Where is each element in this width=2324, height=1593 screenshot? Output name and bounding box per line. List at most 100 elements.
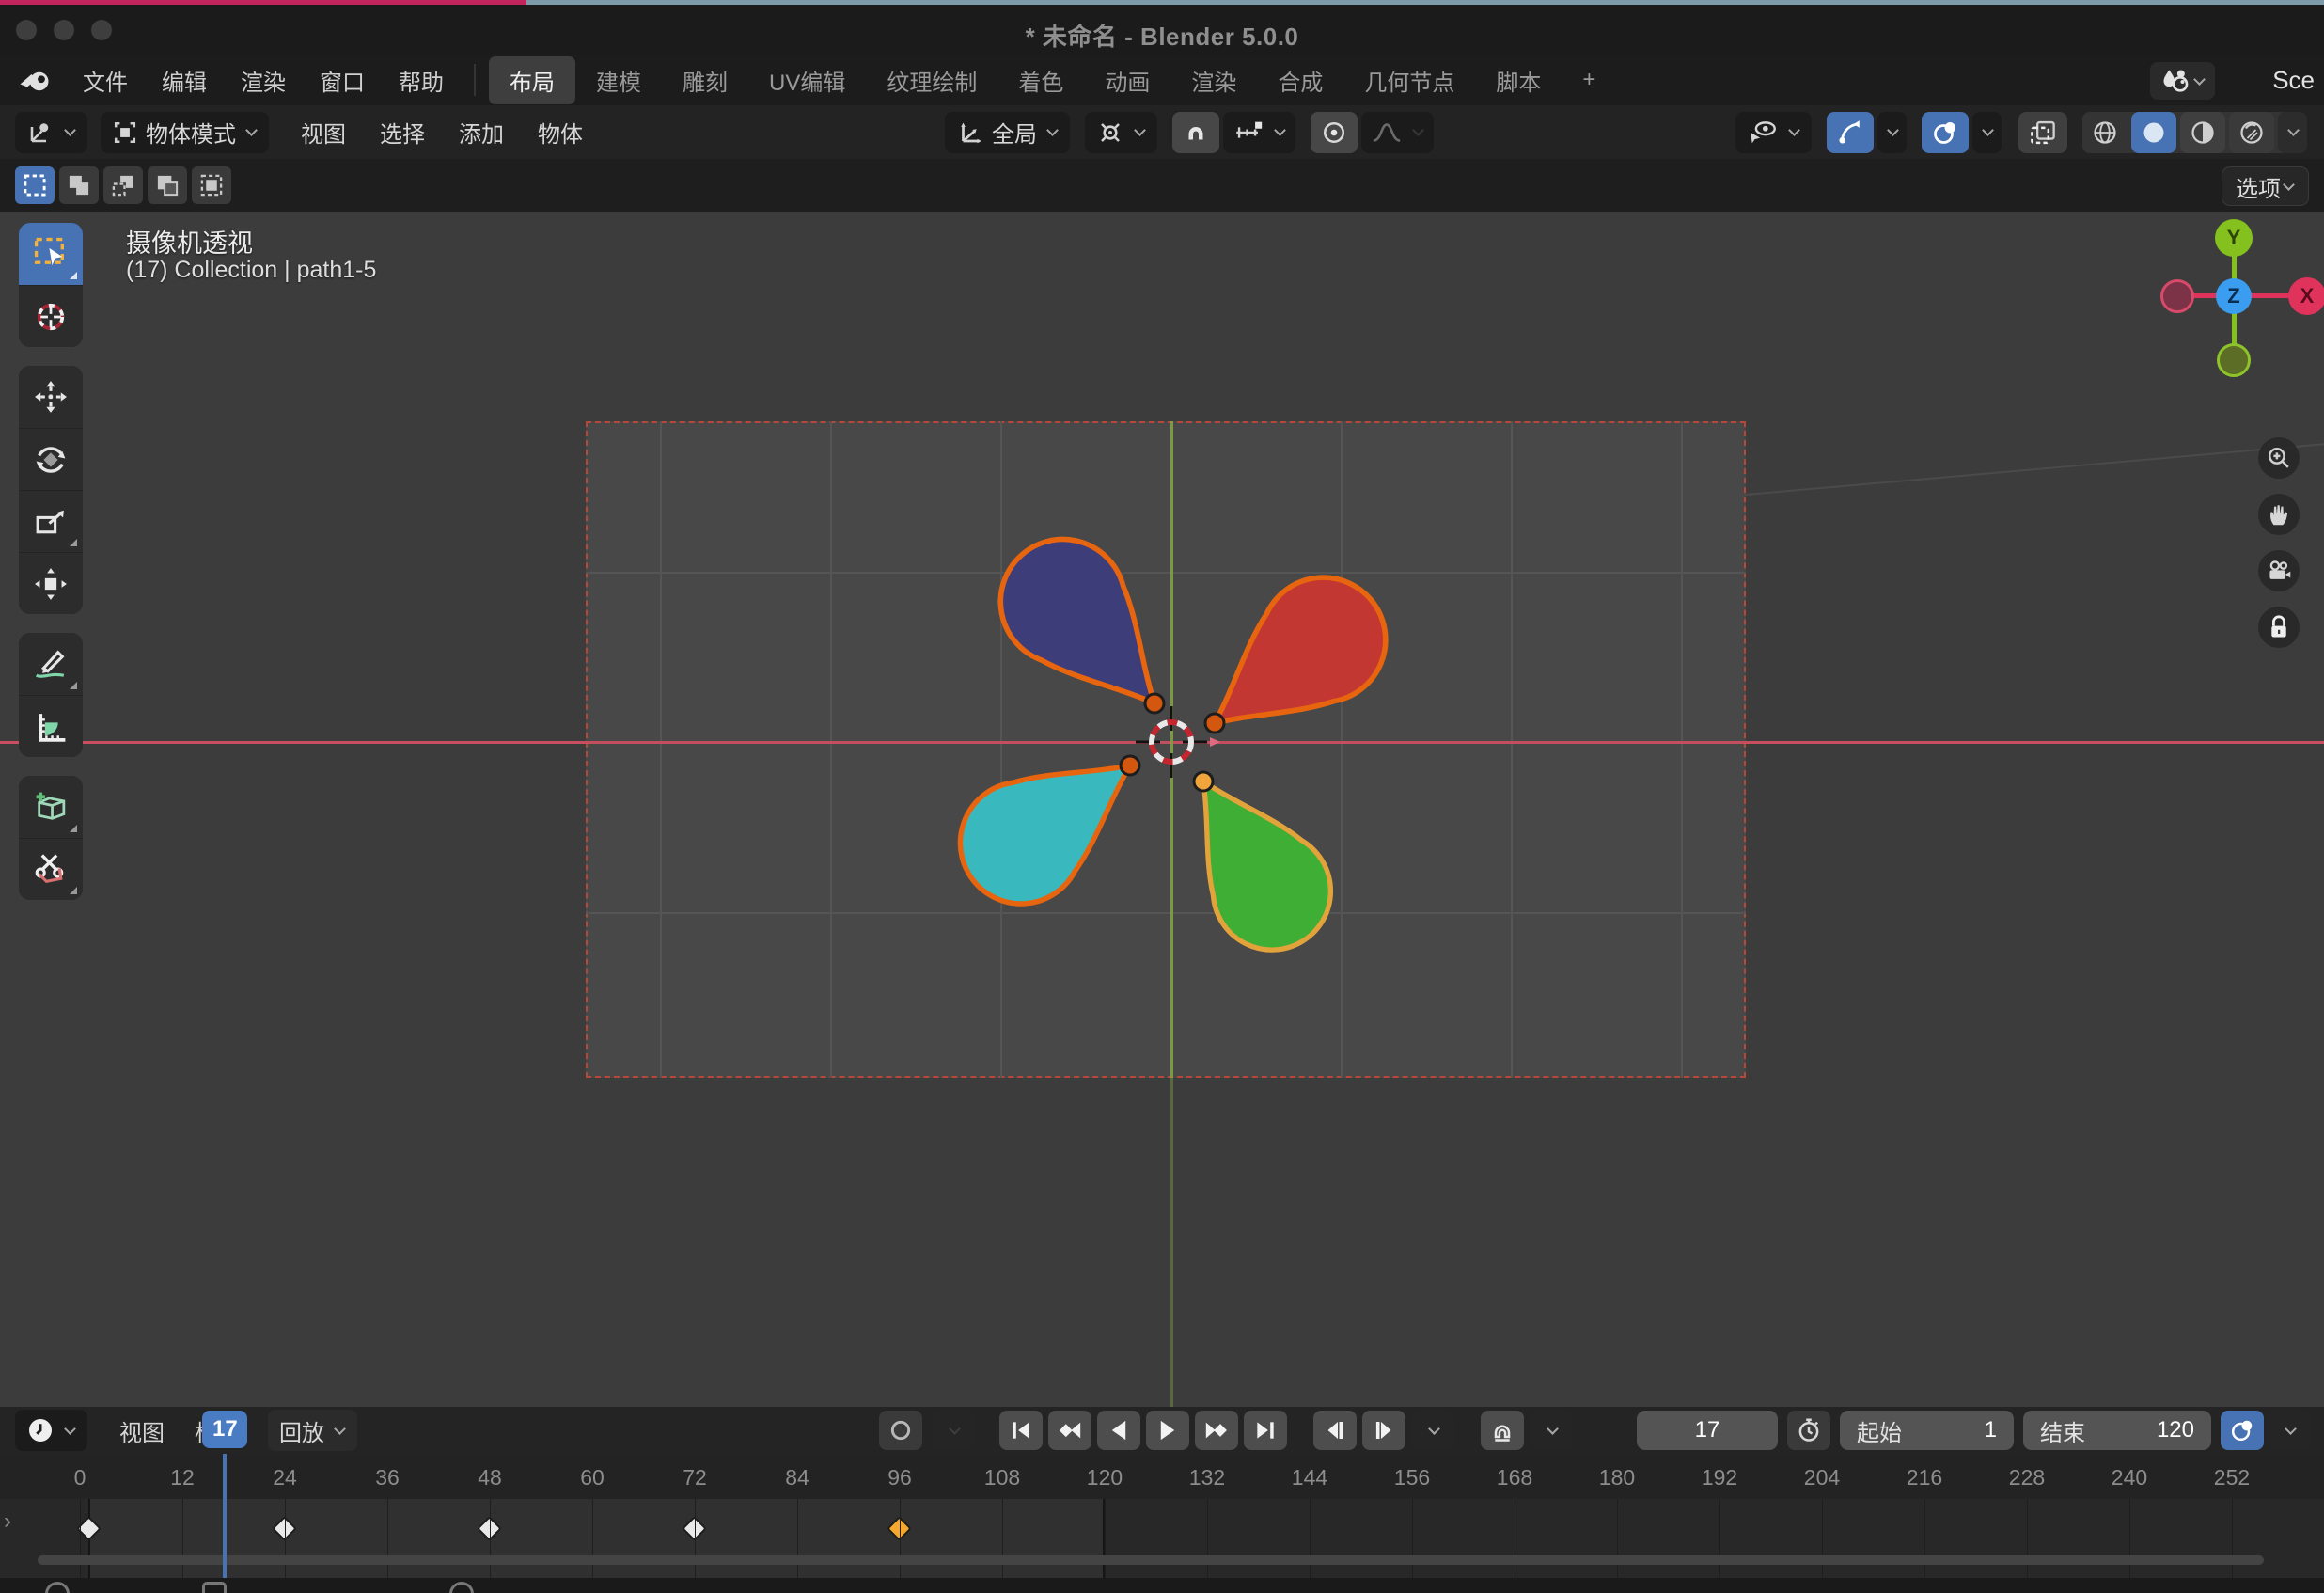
timeline-track[interactable] — [0, 1499, 2324, 1578]
gizmo-axis-x[interactable]: X — [2288, 277, 2324, 315]
use-preview-range-toggle[interactable] — [1787, 1411, 1830, 1450]
timeline-view-menu[interactable]: 视图 — [104, 1414, 180, 1447]
proportional-editing-toggle[interactable] — [1311, 112, 1358, 153]
frame-end-field[interactable]: 结束120 — [2023, 1411, 2211, 1450]
tool-cut[interactable] — [19, 838, 83, 900]
tool-annotate[interactable] — [19, 633, 83, 695]
tab-animation[interactable]: 动画 — [1084, 56, 1170, 104]
view-menu[interactable]: 视图 — [286, 116, 361, 149]
origin-dot-red[interactable] — [1205, 714, 1224, 733]
tab-texture-paint[interactable]: 纹理绘制 — [866, 56, 997, 104]
playback-dropdown[interactable]: 回放 — [268, 1410, 357, 1451]
menu-edit[interactable]: 编辑 — [145, 58, 224, 103]
scene-name[interactable]: Sce — [2272, 66, 2315, 95]
current-frame-field[interactable]: 17 — [1637, 1411, 1778, 1450]
tab-layout[interactable]: 布局 — [489, 56, 575, 104]
camera-view-button[interactable] — [2258, 550, 2300, 591]
tab-rendering[interactable]: 渲染 — [1170, 56, 1257, 104]
auto-keying-toggle[interactable] — [879, 1411, 922, 1450]
play-button[interactable] — [1146, 1411, 1189, 1450]
timeline-snap-dropdown[interactable] — [1530, 1411, 1573, 1450]
timeline-overlays-toggle[interactable] — [2221, 1411, 2264, 1450]
keying-set-dropdown[interactable] — [932, 1411, 975, 1450]
tool-move[interactable] — [19, 366, 83, 428]
tool-rotate[interactable] — [19, 428, 83, 490]
menu-window[interactable]: 窗口 — [303, 58, 382, 103]
shading-rendered-button[interactable] — [2229, 112, 2274, 153]
gizmo-axis-z[interactable]: Z — [2216, 278, 2252, 314]
visibility-dropdown[interactable] — [1735, 112, 1812, 153]
proportional-falloff-dropdown[interactable] — [1361, 112, 1434, 153]
add-workspace-button[interactable]: + — [1562, 59, 1616, 101]
tool-measure[interactable] — [19, 695, 83, 757]
zoom-button[interactable] — [2258, 437, 2300, 479]
viewport-3d[interactable]: 摄像机透视 (17) Collection | path1-5 — [0, 212, 2324, 1407]
play-reverse-button[interactable] — [1097, 1411, 1140, 1450]
mode-dropdown[interactable]: 物体模式 — [101, 112, 269, 153]
next-frame-button[interactable] — [1362, 1411, 1405, 1450]
gizmo-axis-y-neg[interactable] — [2217, 343, 2251, 377]
select-mode-invert[interactable] — [148, 166, 187, 204]
gizmo-dropdown[interactable] — [1877, 112, 1907, 153]
petal-teal[interactable] — [936, 716, 1165, 927]
playhead-tag[interactable]: 17 — [202, 1411, 247, 1448]
next-keyframe-button[interactable] — [1195, 1411, 1238, 1450]
jump-to-start-button[interactable] — [999, 1411, 1043, 1450]
blender-logo-icon[interactable] — [19, 66, 53, 94]
tool-cursor[interactable] — [19, 285, 83, 347]
transform-orientation-dropdown[interactable]: 全局 — [945, 112, 1070, 153]
petal-blue[interactable] — [975, 513, 1201, 745]
gizmo-axis-y[interactable]: Y — [2215, 219, 2253, 257]
select-mode-extend[interactable] — [59, 166, 99, 204]
timeline-snap-toggle[interactable] — [1481, 1411, 1524, 1450]
origin-dot-green[interactable] — [1194, 772, 1213, 791]
shading-material-button[interactable] — [2180, 112, 2225, 153]
editor-type-dropdown[interactable] — [15, 112, 87, 153]
shading-dropdown[interactable] — [2278, 112, 2307, 153]
tool-transform[interactable] — [19, 552, 83, 614]
prev-keyframe-button[interactable] — [1048, 1411, 1091, 1450]
scene-selector[interactable] — [2150, 62, 2215, 100]
xray-toggle[interactable] — [2018, 112, 2067, 153]
overlays-dropdown[interactable] — [1972, 112, 2002, 153]
timeline-scrollbar[interactable] — [38, 1555, 2264, 1565]
frame-jump-dropdown[interactable] — [1411, 1411, 1454, 1450]
tab-modeling[interactable]: 建模 — [575, 56, 662, 104]
show-gizmo-toggle[interactable] — [1827, 112, 1874, 153]
playhead-line[interactable] — [223, 1454, 227, 1578]
origin-dot-teal[interactable] — [1121, 756, 1139, 775]
frame-start-field[interactable]: 起始1 — [1840, 1411, 2014, 1450]
add-menu[interactable]: 添加 — [444, 116, 519, 149]
tool-options-dropdown[interactable]: 选项 — [2222, 166, 2309, 206]
tab-sculpting[interactable]: 雕刻 — [662, 56, 748, 104]
show-overlays-toggle[interactable] — [1922, 112, 1969, 153]
select-mode-set[interactable] — [15, 166, 55, 204]
gizmo-axis-x-neg[interactable] — [2160, 279, 2194, 313]
tab-geometry-nodes[interactable]: 几何节点 — [1343, 56, 1475, 104]
select-menu[interactable]: 选择 — [365, 116, 440, 149]
timeline-overlays-dropdown[interactable] — [2268, 1411, 2311, 1450]
snap-toggle[interactable] — [1172, 112, 1219, 153]
tool-select-box[interactable] — [19, 223, 83, 285]
menu-render[interactable]: 渲染 — [224, 58, 303, 103]
shading-solid-button[interactable] — [2131, 112, 2176, 153]
pivot-point-dropdown[interactable] — [1085, 112, 1157, 153]
tool-scale[interactable] — [19, 490, 83, 552]
tab-shading[interactable]: 着色 — [997, 56, 1084, 104]
pan-button[interactable] — [2258, 494, 2300, 535]
tool-add-cube[interactable] — [19, 776, 83, 838]
object-menu[interactable]: 物体 — [523, 116, 598, 149]
jump-to-end-button[interactable] — [1244, 1411, 1287, 1450]
menu-help[interactable]: 帮助 — [382, 58, 461, 103]
timeline-editor-type-dropdown[interactable] — [15, 1410, 87, 1451]
tab-scripting[interactable]: 脚本 — [1475, 56, 1562, 104]
tab-uv-editing[interactable]: UV编辑 — [748, 56, 866, 104]
prev-frame-button[interactable] — [1313, 1411, 1357, 1450]
channel-expand-arrow[interactable]: › — [4, 1508, 11, 1535]
origin-dot-blue[interactable] — [1145, 694, 1164, 713]
petal-green[interactable] — [1154, 750, 1353, 972]
camera-lock-button[interactable] — [2258, 607, 2300, 648]
select-mode-intersect[interactable] — [192, 166, 231, 204]
timeline-ruler[interactable]: 0122436486072849610812013214415616818019… — [0, 1454, 2324, 1499]
tab-compositing[interactable]: 合成 — [1257, 56, 1343, 104]
